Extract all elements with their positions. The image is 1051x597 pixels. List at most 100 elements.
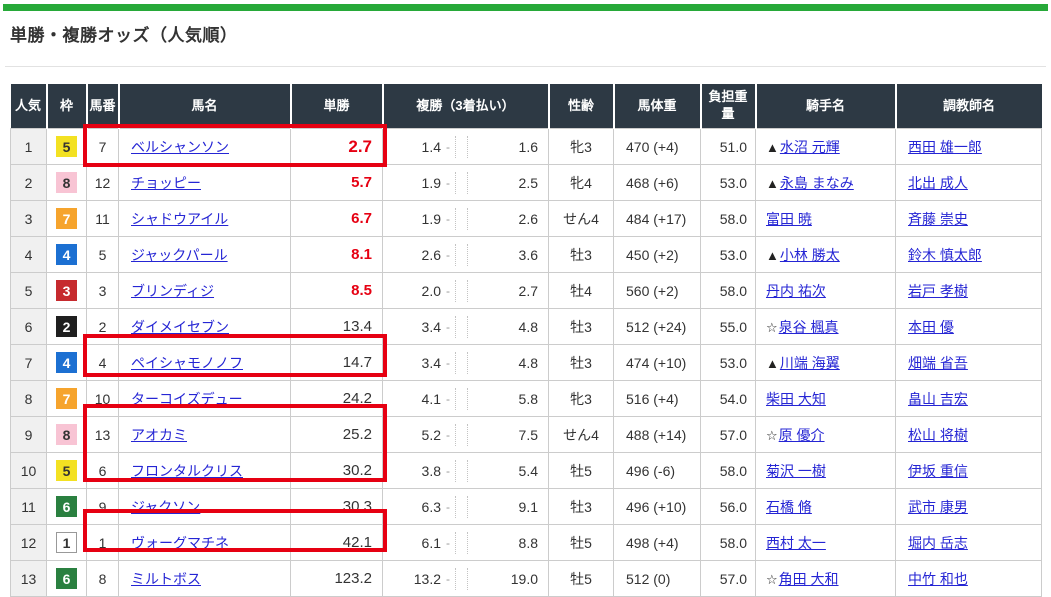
trainer-cell: 岩戸 孝樹 [896, 273, 1042, 309]
trainer-link[interactable]: 畑端 省吾 [908, 355, 968, 371]
place-odds-cell: 4.1-5.8 [383, 381, 549, 417]
horse-name-link[interactable]: チョッピー [131, 175, 201, 191]
jockey-link[interactable]: 小林 勝太 [780, 247, 840, 263]
horse-name-link[interactable]: ベルシャンソン [131, 139, 229, 155]
horse-name-link[interactable]: ミルトボス [131, 571, 201, 587]
horse-name-link[interactable]: ターコイズデュー [131, 391, 243, 407]
place-odds-separator: - [441, 428, 455, 442]
jockey-link[interactable]: 永島 まなみ [780, 175, 854, 191]
carried-weight-cell: 53.0 [701, 237, 756, 273]
horse-name-link[interactable]: ペイシャモノノフ [131, 355, 243, 371]
win-odds-cell: 14.7 [291, 345, 383, 381]
trainer-link[interactable]: 岩戸 孝樹 [908, 283, 968, 299]
place-odds-cell: 6.1-8.8 [383, 525, 549, 561]
win-odds-value: 42.1 [343, 534, 372, 551]
horse-number-cell: 13 [87, 417, 119, 453]
col-header-win: 単勝 [291, 84, 383, 129]
horse-number-cell: 7 [87, 129, 119, 165]
carried-weight-cell: 58.0 [701, 201, 756, 237]
win-odds-cell: 5.7 [291, 165, 383, 201]
trainer-link[interactable]: 武市 康男 [908, 499, 968, 515]
place-odds-range: 2.6-3.6 [383, 237, 548, 272]
jockey-link[interactable]: 泉谷 楓真 [779, 319, 839, 335]
place-odds-max: 9.1 [468, 499, 548, 515]
horse-name-link[interactable]: ジャックパール [131, 247, 228, 263]
jockey-cell: ▲小林 勝太 [756, 237, 896, 273]
place-odds-min: 13.2 [383, 571, 441, 587]
trainer-link[interactable]: 西田 雄一郎 [908, 139, 982, 155]
place-odds-min: 4.1 [383, 391, 441, 407]
horse-weight-cell: 450 (+2) [614, 237, 701, 273]
jockey-link[interactable]: 角田 大和 [779, 571, 839, 587]
trainer-cell: 畑端 省吾 [896, 345, 1042, 381]
waku-badge: 5 [56, 460, 77, 481]
trainer-link[interactable]: 伊坂 重信 [908, 463, 968, 479]
place-odds-max: 4.8 [468, 355, 548, 371]
jockey-cell: ▲水沼 元輝 [756, 129, 896, 165]
win-odds-cell: 6.7 [291, 201, 383, 237]
jockey-link[interactable]: 柴田 大知 [766, 391, 826, 407]
col-header-trainer: 調教師名 [896, 84, 1042, 129]
carried-weight-cell: 57.0 [701, 561, 756, 597]
horse-name-link[interactable]: アオカミ [131, 427, 187, 443]
table-row: 445ジャックパール8.12.6-3.6牡3450 (+2)53.0▲小林 勝太… [11, 237, 1042, 273]
place-odds-max: 2.7 [468, 283, 548, 299]
jockey-cell: 富田 暁 [756, 201, 896, 237]
jockey-link[interactable]: 西村 太一 [766, 535, 826, 551]
jockey-link[interactable]: 丹内 祐次 [766, 283, 826, 299]
place-odds-separator: - [441, 536, 455, 550]
jockey-link[interactable]: 菊沢 一樹 [766, 463, 826, 479]
rank-cell: 6 [11, 309, 47, 345]
col-header-waku: 枠 [47, 84, 87, 129]
win-odds-value: 25.2 [343, 426, 372, 443]
table-row: 622ダイメイセブン13.43.4-4.8牡3512 (+24)55.0☆泉谷 … [11, 309, 1042, 345]
table-row: 1368ミルトボス123.213.2-19.0牡5512 (0)57.0☆角田 … [11, 561, 1042, 597]
place-odds-range: 1.9-2.5 [383, 165, 548, 200]
trainer-link[interactable]: 鈴木 慎太郎 [908, 247, 982, 263]
horse-weight-cell: 470 (+4) [614, 129, 701, 165]
horse-name-cell: ブリンディジ [119, 273, 291, 309]
horse-name-link[interactable]: シャドウアイル [131, 211, 228, 227]
table-row: 2812チョッピー5.71.9-2.5牝4468 (+6)53.0▲永島 まなみ… [11, 165, 1042, 201]
table-row: 744ペイシャモノノフ14.73.4-4.8牡3474 (+10)53.0▲川端… [11, 345, 1042, 381]
page-title: 単勝・複勝オッズ（人気順） [10, 21, 238, 46]
win-odds-cell: 8.1 [291, 237, 383, 273]
trainer-link[interactable]: 堀内 岳志 [908, 535, 968, 551]
horse-name-link[interactable]: フロンタルクリス [131, 463, 243, 479]
jockey-link[interactable]: 原 優介 [779, 427, 825, 443]
waku-cell: 8 [47, 417, 87, 453]
jockey-apprentice-mark: ▲ [766, 356, 779, 371]
horse-name-cell: ヴォーグマチネ [119, 525, 291, 561]
horse-name-link[interactable]: ブリンディジ [131, 283, 214, 299]
jockey-link[interactable]: 水沼 元輝 [780, 139, 840, 155]
sex-age-cell: せん4 [549, 417, 614, 453]
horse-weight-cell: 468 (+6) [614, 165, 701, 201]
trainer-link[interactable]: 北出 成人 [908, 175, 968, 191]
trainer-link[interactable]: 中竹 和也 [908, 571, 968, 587]
trainer-link[interactable]: 本田 優 [908, 319, 954, 335]
trainer-link[interactable]: 松山 将樹 [908, 427, 968, 443]
carried-weight-cell: 53.0 [701, 165, 756, 201]
table-row: 8710ターコイズデュー24.24.1-5.8牝3516 (+4)54.0柴田 … [11, 381, 1042, 417]
place-odds-separator: - [441, 572, 455, 586]
horse-name-link[interactable]: ヴォーグマチネ [131, 535, 229, 551]
jockey-link[interactable]: 石橋 脩 [766, 499, 812, 515]
jockey-apprentice-mark: ▲ [766, 248, 779, 263]
rank-cell: 4 [11, 237, 47, 273]
jockey-link[interactable]: 川端 海翼 [780, 355, 840, 371]
place-odds-divider [455, 172, 468, 194]
horse-name-link[interactable]: ジャクソン [131, 499, 200, 515]
sex-age-cell: 牡3 [549, 345, 614, 381]
trainer-link[interactable]: 畠山 吉宏 [908, 391, 968, 407]
trainer-cell: 武市 康男 [896, 489, 1042, 525]
jockey-link[interactable]: 富田 暁 [766, 211, 812, 227]
col-header-weight: 馬体重 [614, 84, 701, 129]
horse-name-link[interactable]: ダイメイセブン [131, 319, 229, 335]
trainer-link[interactable]: 斉藤 崇史 [908, 211, 968, 227]
place-odds-cell: 1.9-2.5 [383, 165, 549, 201]
rank-cell: 9 [11, 417, 47, 453]
win-odds-value: 13.4 [343, 318, 372, 335]
table-row: 533ブリンディジ8.52.0-2.7牡4560 (+2)58.0丹内 祐次岩戸… [11, 273, 1042, 309]
horse-name-cell: チョッピー [119, 165, 291, 201]
win-odds-cell: 8.5 [291, 273, 383, 309]
